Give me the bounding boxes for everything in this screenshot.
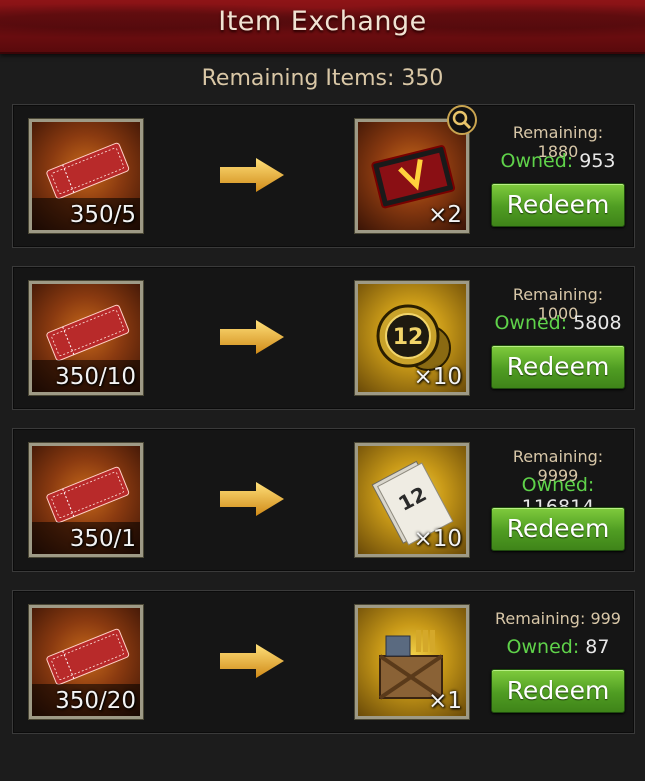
owned-count: Owned: 87: [491, 636, 625, 658]
cost-amount: 350/5: [69, 202, 136, 228]
exchange-row-2: 350/10 12 ×10 Remaining: 1000 Owned: 580…: [12, 266, 635, 410]
remaining-label: Remaining:: [512, 123, 604, 142]
tactical-crew-ticket-icon: [46, 628, 130, 685]
exchange-row-4: 350/20 ×1 Remaining: 999 Owned: 87 Redee…: [12, 590, 635, 734]
remaining-label: Remaining:: [512, 285, 604, 304]
cost-amount: 350/1: [69, 526, 136, 552]
remaining-label: Remaining:: [495, 609, 591, 628]
cost-item-slot[interactable]: 350/1: [28, 442, 144, 558]
reward-item-slot[interactable]: 12 ×10: [354, 280, 470, 396]
page-title: Item Exchange: [218, 6, 427, 37]
owned-value: 87: [585, 636, 610, 658]
svg-text:12: 12: [393, 325, 424, 350]
reward-quantity: ×10: [413, 526, 462, 552]
reward-quantity: ×2: [428, 202, 462, 228]
owned-value: 953: [579, 150, 616, 172]
redeem-button[interactable]: Redeem: [491, 507, 625, 551]
cost-amount: 350/20: [55, 688, 136, 714]
owned-count: Owned: 5808: [491, 312, 625, 334]
owned-value: 5808: [573, 312, 622, 334]
magnifier-icon[interactable]: [447, 105, 477, 135]
reward-item-slot[interactable]: ×2: [354, 118, 470, 234]
remaining-label: Remaining:: [512, 447, 604, 466]
reward-item-slot[interactable]: ×1: [354, 604, 470, 720]
owned-count: Owned: 953: [491, 150, 625, 172]
remaining-items-total: Remaining Items: 350: [201, 66, 444, 91]
owned-label: Owned:: [494, 312, 574, 334]
owned-label: Owned:: [521, 474, 595, 496]
tactical-crew-ticket-icon: [46, 142, 130, 199]
cost-item-slot[interactable]: 350/10: [28, 280, 144, 396]
owned-label: Owned:: [500, 150, 580, 172]
cost-amount: 350/10: [55, 364, 136, 390]
cost-item-slot[interactable]: 350/20: [28, 604, 144, 720]
exchange-row-1: 350/5 ×2 Remaining: 1880 Owned: 953 Rede…: [12, 104, 635, 248]
redeem-button[interactable]: Redeem: [491, 345, 625, 389]
exchange-row-3: 350/1 12 ×10 Remaining: 9999 Owned: 1168…: [12, 428, 635, 572]
remaining-value: 999: [590, 609, 621, 628]
tactical-crew-ticket-icon: [46, 466, 130, 523]
arrow-right-icon: [220, 158, 284, 192]
owned-label: Owned:: [506, 636, 586, 658]
cost-item-slot[interactable]: 350/5: [28, 118, 144, 234]
remaining-stock: Remaining: 999: [491, 609, 625, 628]
reward-quantity: ×10: [413, 364, 462, 390]
redeem-button[interactable]: Redeem: [491, 669, 625, 713]
reward-item-slot[interactable]: 12 ×10: [354, 442, 470, 558]
tactical-crew-ticket-icon: [46, 304, 130, 361]
arrow-right-icon: [220, 644, 284, 678]
reward-quantity: ×1: [428, 688, 462, 714]
title-bar: Item Exchange: [0, 0, 645, 54]
arrow-right-icon: [220, 320, 284, 354]
arrow-right-icon: [220, 482, 284, 516]
redeem-button[interactable]: Redeem: [491, 183, 625, 227]
